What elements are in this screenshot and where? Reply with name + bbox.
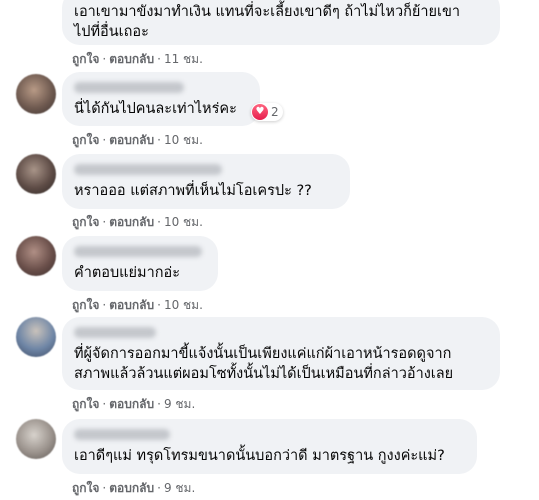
commenter-name[interactable]: [74, 246, 202, 257]
reply-link[interactable]: ตอบกลับ: [109, 52, 154, 66]
timestamp[interactable]: 9 ชม.: [164, 397, 195, 411]
comment-actions: ถูกใจ · ตอบกลับ · 10 ชม.: [72, 298, 203, 312]
reply-link[interactable]: ตอบกลับ: [109, 481, 154, 495]
commenter-name[interactable]: [74, 327, 156, 338]
avatar[interactable]: [16, 236, 56, 276]
comment-actions: ถูกใจ · ตอบกลับ · 9 ชม.: [72, 481, 196, 495]
love-icon: ♥: [252, 104, 268, 120]
comment-text: ที่ผู้จัดการออกมาขี้แจ้งนั้นเป็นเพียงแค่…: [74, 346, 454, 382]
comment-bubble: หราอออ แต่สภาพที่เห็นไม่โอเครปะ ??: [62, 154, 350, 209]
comment-text: นี่ได้กันไปคนละเท่าไหร่คะ: [74, 101, 237, 117]
reply-link[interactable]: ตอบกลับ: [109, 215, 154, 229]
timestamp[interactable]: 9 ชม.: [164, 481, 195, 495]
comment-text: หราอออ แต่สภาพที่เห็นไม่โอเครปะ ??: [74, 183, 312, 199]
reply-link[interactable]: ตอบกลับ: [109, 298, 154, 312]
reply-link[interactable]: ตอบกลับ: [109, 133, 154, 147]
like-link[interactable]: ถูกใจ: [72, 133, 99, 147]
avatar[interactable]: [16, 317, 56, 357]
avatar[interactable]: [16, 74, 56, 114]
avatar[interactable]: [16, 154, 56, 194]
comment-actions: ถูกใจ · ตอบกลับ · 10 ชม.: [72, 215, 203, 229]
timestamp[interactable]: 10 ชม.: [164, 133, 203, 147]
timestamp[interactable]: 10 ชม.: [164, 298, 203, 312]
like-link[interactable]: ถูกใจ: [72, 298, 99, 312]
like-link[interactable]: ถูกใจ: [72, 397, 99, 411]
avatar[interactable]: [16, 419, 56, 459]
comment-bubble: คำตอบแย่มากอ่ะ: [62, 236, 218, 291]
comment-actions: ถูกใจ · ตอบกลับ · 9 ชม.: [72, 397, 196, 411]
reaction-count: 2: [271, 105, 279, 119]
reaction-badge[interactable]: ♥ 2: [251, 103, 283, 121]
comment-actions: ถูกใจ · ตอบกลับ · 11 ชม.: [72, 52, 203, 66]
commenter-name[interactable]: [74, 82, 184, 93]
like-link[interactable]: ถูกใจ: [72, 52, 99, 66]
comment-text: เอาเขามาขังมาทำเงิน แทนที่จะเลี้ยงเขาดีๆ…: [74, 4, 461, 40]
timestamp[interactable]: 10 ชม.: [164, 215, 203, 229]
reply-link[interactable]: ตอบกลับ: [109, 397, 154, 411]
comment-actions: ถูกใจ · ตอบกลับ · 10 ชม.: [72, 133, 203, 147]
timestamp[interactable]: 11 ชม.: [164, 52, 203, 66]
comment-bubble: นี่ได้กันไปคนละเท่าไหร่คะ: [62, 72, 260, 126]
commenter-name[interactable]: [74, 164, 222, 175]
like-link[interactable]: ถูกใจ: [72, 481, 99, 495]
comment-text: เอาดีๆแม่ ทรุดโทรมขนาดนั้นบอกว่าดี มาตรฐ…: [74, 448, 445, 464]
comment-bubble: เอาเขามาขังมาทำเงิน แทนที่จะเลี้ยงเขาดีๆ…: [62, 0, 500, 45]
comment-bubble: เอาดีๆแม่ ทรุดโทรมขนาดนั้นบอกว่าดี มาตรฐ…: [62, 419, 477, 474]
like-link[interactable]: ถูกใจ: [72, 215, 99, 229]
comment-bubble: ที่ผู้จัดการออกมาขี้แจ้งนั้นเป็นเพียงแค่…: [62, 317, 500, 390]
commenter-name[interactable]: [74, 429, 170, 440]
comment-text: คำตอบแย่มากอ่ะ: [74, 265, 180, 281]
